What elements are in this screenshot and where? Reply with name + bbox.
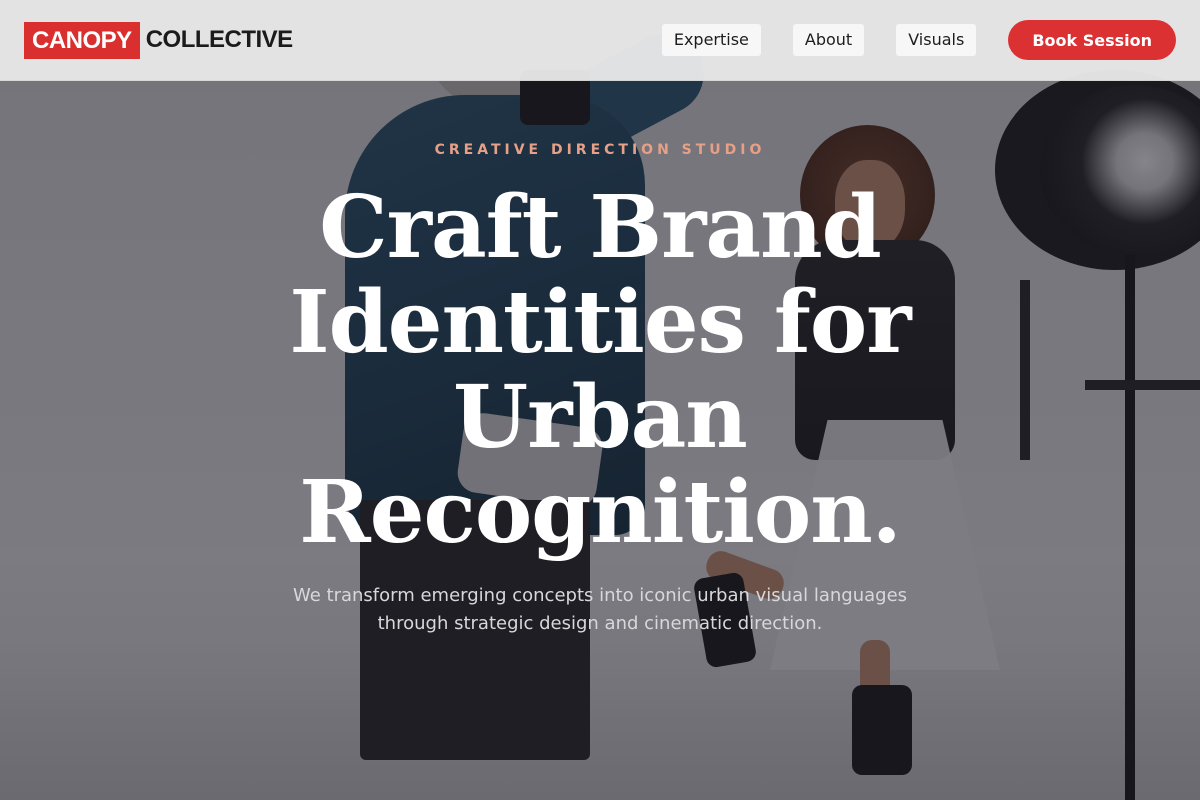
hero-eyebrow: CREATIVE DIRECTION STUDIO bbox=[434, 142, 766, 158]
site-header: CANOPY COLLECTIVE Expertise About Visual… bbox=[0, 0, 1200, 81]
book-session-button[interactable]: Book Session bbox=[1008, 20, 1176, 60]
nav-link-visuals[interactable]: Visuals bbox=[896, 24, 977, 56]
page: CANOPY COLLECTIVE Expertise About Visual… bbox=[0, 0, 1200, 800]
nav-link-about[interactable]: About bbox=[792, 24, 865, 56]
hero-headline: Craft Brand Identities for Urban Recogni… bbox=[289, 177, 911, 563]
brand-logo[interactable]: CANOPY COLLECTIVE bbox=[24, 21, 294, 59]
nav-link-expertise[interactable]: Expertise bbox=[661, 24, 761, 56]
hero-subheadline: We transform emerging concepts into icon… bbox=[292, 585, 908, 634]
logo-primary-text: CANOPY bbox=[24, 21, 140, 59]
main-navigation: Expertise About Visuals Book Session bbox=[661, 20, 1176, 60]
logo-secondary-text: COLLECTIVE bbox=[145, 26, 294, 53]
hero-section: CREATIVE DIRECTION STUDIO Craft Brand Id… bbox=[0, 81, 1200, 800]
